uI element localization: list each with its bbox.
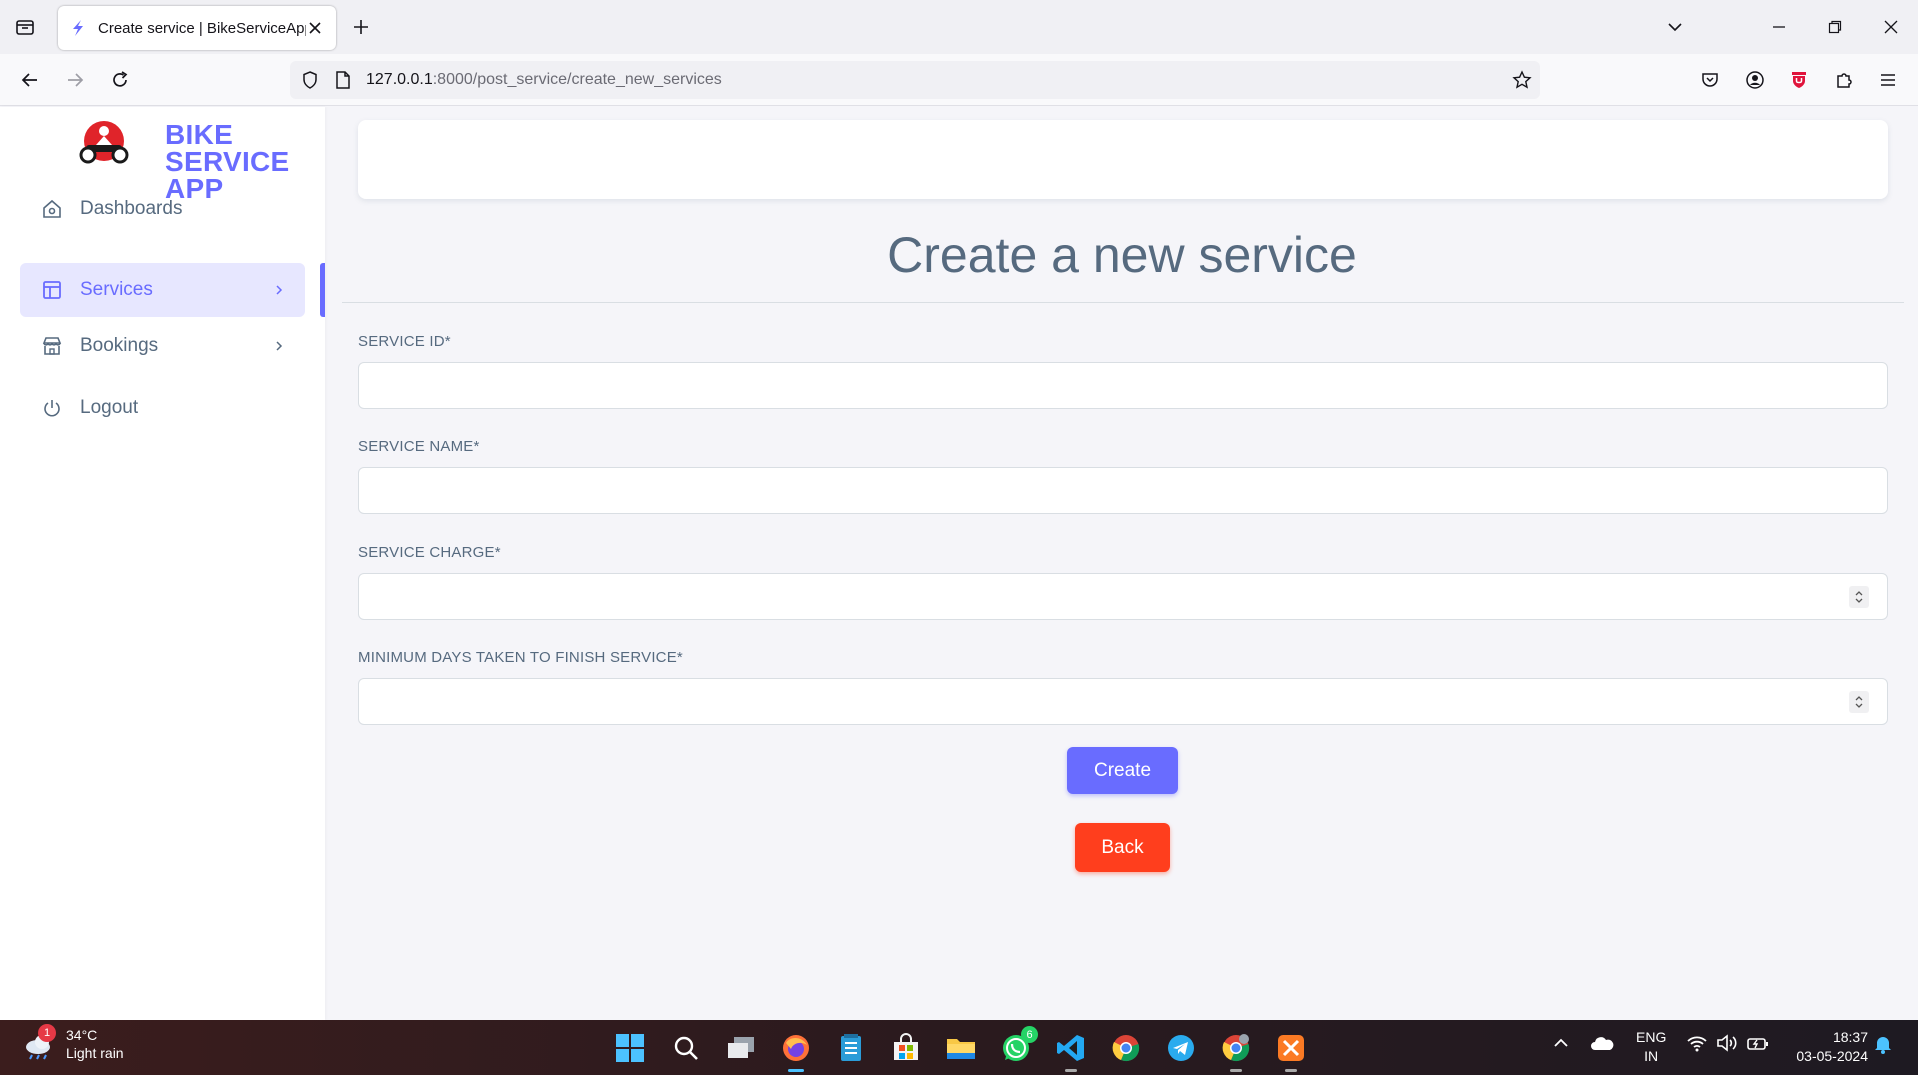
system-clock[interactable]: 18:37 03-05-2024 (1786, 1028, 1868, 1066)
running-indicator (1230, 1069, 1242, 1072)
notepad-icon[interactable] (833, 1030, 869, 1066)
service-name-label: SERVICE NAME* (358, 438, 480, 455)
minimum-days-input[interactable] (358, 678, 1888, 725)
page-icon[interactable] (334, 70, 352, 95)
microsoft-store-icon[interactable] (888, 1030, 924, 1066)
close-tab-icon[interactable] (306, 19, 324, 37)
running-indicator (788, 1069, 804, 1072)
top-navbar-card (358, 120, 1888, 199)
wifi-icon[interactable] (1686, 1034, 1708, 1057)
sidebar: BIKE SERVICE APP Dashboards Services Boo… (0, 107, 325, 1020)
address-bar[interactable]: 127.0.0.1:8000/post_service/create_new_s… (290, 61, 1540, 99)
restore-icon[interactable] (1820, 12, 1850, 42)
service-charge-label: SERVICE CHARGE* (358, 544, 501, 561)
task-view-icon[interactable] (723, 1030, 759, 1066)
weather-temp: 34°C (66, 1027, 98, 1043)
service-id-input[interactable] (358, 362, 1888, 409)
whatsapp-badge: 6 (1021, 1026, 1038, 1043)
new-tab-icon[interactable] (348, 14, 374, 40)
battery-icon[interactable] (1746, 1034, 1770, 1057)
sidebar-item-label: Logout (80, 397, 139, 418)
weather-badge: 1 (38, 1024, 56, 1042)
tab-title: Create service | BikeServiceApp (98, 19, 306, 37)
back-arrow-icon[interactable] (14, 64, 46, 96)
number-spinner-icon[interactable] (1849, 691, 1869, 713)
pocket-icon[interactable] (1694, 64, 1726, 96)
windows-start-icon[interactable] (612, 1030, 648, 1066)
extension-shield-icon[interactable] (1783, 64, 1815, 96)
chrome-profile-icon[interactable] (1218, 1030, 1254, 1072)
sidebar-item-label: Dashboards (80, 198, 183, 219)
sidebar-item-services[interactable]: Services (20, 263, 305, 317)
brand-line-2: SERVICE (165, 146, 290, 177)
forward-arrow-icon[interactable] (59, 64, 91, 96)
bookmark-star-icon[interactable] (1512, 70, 1532, 95)
onedrive-cloud-icon[interactable] (1590, 1034, 1614, 1057)
service-charge-input[interactable] (358, 573, 1888, 620)
create-button[interactable]: Create (1067, 747, 1178, 794)
taskbar: 1 34°C Light rain 6 ENG IN 18:37 03-05-2… (0, 1020, 1918, 1075)
file-explorer-icon[interactable] (943, 1030, 979, 1066)
vscode-icon[interactable] (1053, 1030, 1089, 1072)
service-id-label: SERVICE ID* (358, 333, 451, 350)
close-window-icon[interactable] (1876, 12, 1906, 42)
weather-widget[interactable]: 1 34°C Light rain (22, 1024, 124, 1062)
list-all-tabs-icon[interactable] (1660, 12, 1690, 42)
sidebar-item-label: Services (80, 279, 153, 300)
shield-icon[interactable] (300, 70, 320, 95)
sidebar-item-logout[interactable]: Logout (20, 381, 305, 435)
extensions-puzzle-icon[interactable] (1828, 64, 1860, 96)
chevron-right-icon (269, 336, 289, 356)
chrome-icon[interactable] (1108, 1030, 1144, 1066)
lang-line-1: ENG (1636, 1029, 1667, 1045)
notification-bell-icon[interactable] (1874, 1034, 1892, 1059)
divider (342, 302, 1904, 303)
running-indicator (1065, 1069, 1077, 1072)
active-indicator (320, 263, 325, 317)
url-path: :8000/post_service/create_new_services (432, 71, 722, 88)
tab-list-icon[interactable] (12, 14, 38, 40)
rain-cloud-icon: 1 (22, 1024, 58, 1062)
sidebar-item-bookings[interactable]: Bookings (20, 319, 305, 373)
whatsapp-icon[interactable]: 6 (998, 1026, 1038, 1066)
clock-time: 18:37 (1832, 1029, 1868, 1045)
page-title: Create a new service (887, 227, 1357, 283)
minimize-icon[interactable] (1764, 12, 1794, 42)
browser-tab-bar: Create service | BikeServiceApp (0, 0, 1918, 54)
hamburger-menu-icon[interactable] (1872, 64, 1904, 96)
lang-line-2: IN (1644, 1048, 1659, 1064)
service-name-input[interactable] (358, 467, 1888, 514)
weather-desc: Light rain (66, 1045, 124, 1061)
clock-date: 03-05-2024 (1796, 1048, 1868, 1064)
home-icon (40, 197, 64, 221)
bolt-favicon-icon (70, 19, 88, 37)
minimum-days-label: MINIMUM DAYS TAKEN TO FINISH SERVICE* (358, 649, 683, 666)
firefox-icon[interactable] (778, 1030, 814, 1072)
chevron-right-icon (269, 280, 289, 300)
brand-line-1: BIKE (165, 119, 234, 150)
browser-nav-bar: 127.0.0.1:8000/post_service/create_new_s… (0, 54, 1918, 106)
reload-icon[interactable] (104, 64, 136, 96)
language-indicator[interactable]: ENG IN (1636, 1028, 1666, 1066)
account-icon[interactable] (1739, 64, 1771, 96)
sidebar-item-label: Bookings (80, 335, 159, 356)
url-host: 127.0.0.1 (366, 71, 433, 88)
volume-icon[interactable] (1716, 1034, 1738, 1057)
url-text[interactable]: 127.0.0.1:8000/post_service/create_new_s… (366, 71, 722, 89)
power-icon (40, 396, 64, 420)
chevron-up-icon[interactable] (1552, 1034, 1570, 1057)
xampp-icon[interactable] (1273, 1030, 1309, 1072)
back-button[interactable]: Back (1075, 823, 1170, 872)
sidebar-item-dashboards[interactable]: Dashboards (20, 182, 305, 236)
browser-tab[interactable]: Create service | BikeServiceApp (58, 6, 336, 50)
layout-icon (40, 278, 64, 302)
telegram-icon[interactable] (1163, 1030, 1199, 1066)
search-icon[interactable] (668, 1030, 704, 1066)
bike-logo-icon[interactable] (74, 119, 134, 169)
running-indicator (1285, 1069, 1297, 1072)
number-spinner-icon[interactable] (1849, 586, 1869, 608)
store-icon (40, 334, 64, 358)
